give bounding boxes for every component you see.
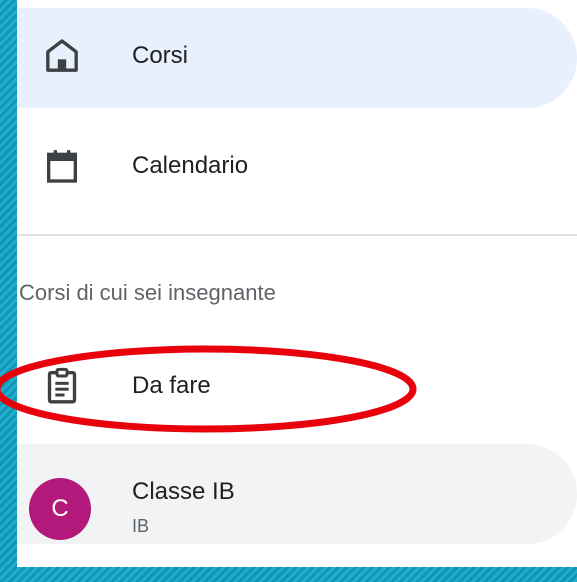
avatar: C [29,478,91,540]
nav-item-todo[interactable]: Da fare [17,340,577,430]
nav-item-calendar[interactable]: Calendario [17,120,577,220]
nav-item-courses[interactable]: Corsi [17,8,577,108]
nav-item-label: Corsi [132,42,189,69]
nav-item-label: Calendario [132,152,249,179]
class-item[interactable]: C Classe IB IB [17,444,577,544]
class-section: IB [132,516,150,536]
calendar-icon [47,150,77,183]
divider [17,234,577,236]
navigation-drawer: Corsi Calendario Corsi di cui sei insegn… [17,0,577,567]
home-icon [46,39,78,72]
nav-item-label: Da fare [132,372,211,399]
section-title: Corsi di cui sei insegnante [19,280,276,305]
assignment-icon [47,367,77,404]
class-title: Classe IB [132,478,235,505]
